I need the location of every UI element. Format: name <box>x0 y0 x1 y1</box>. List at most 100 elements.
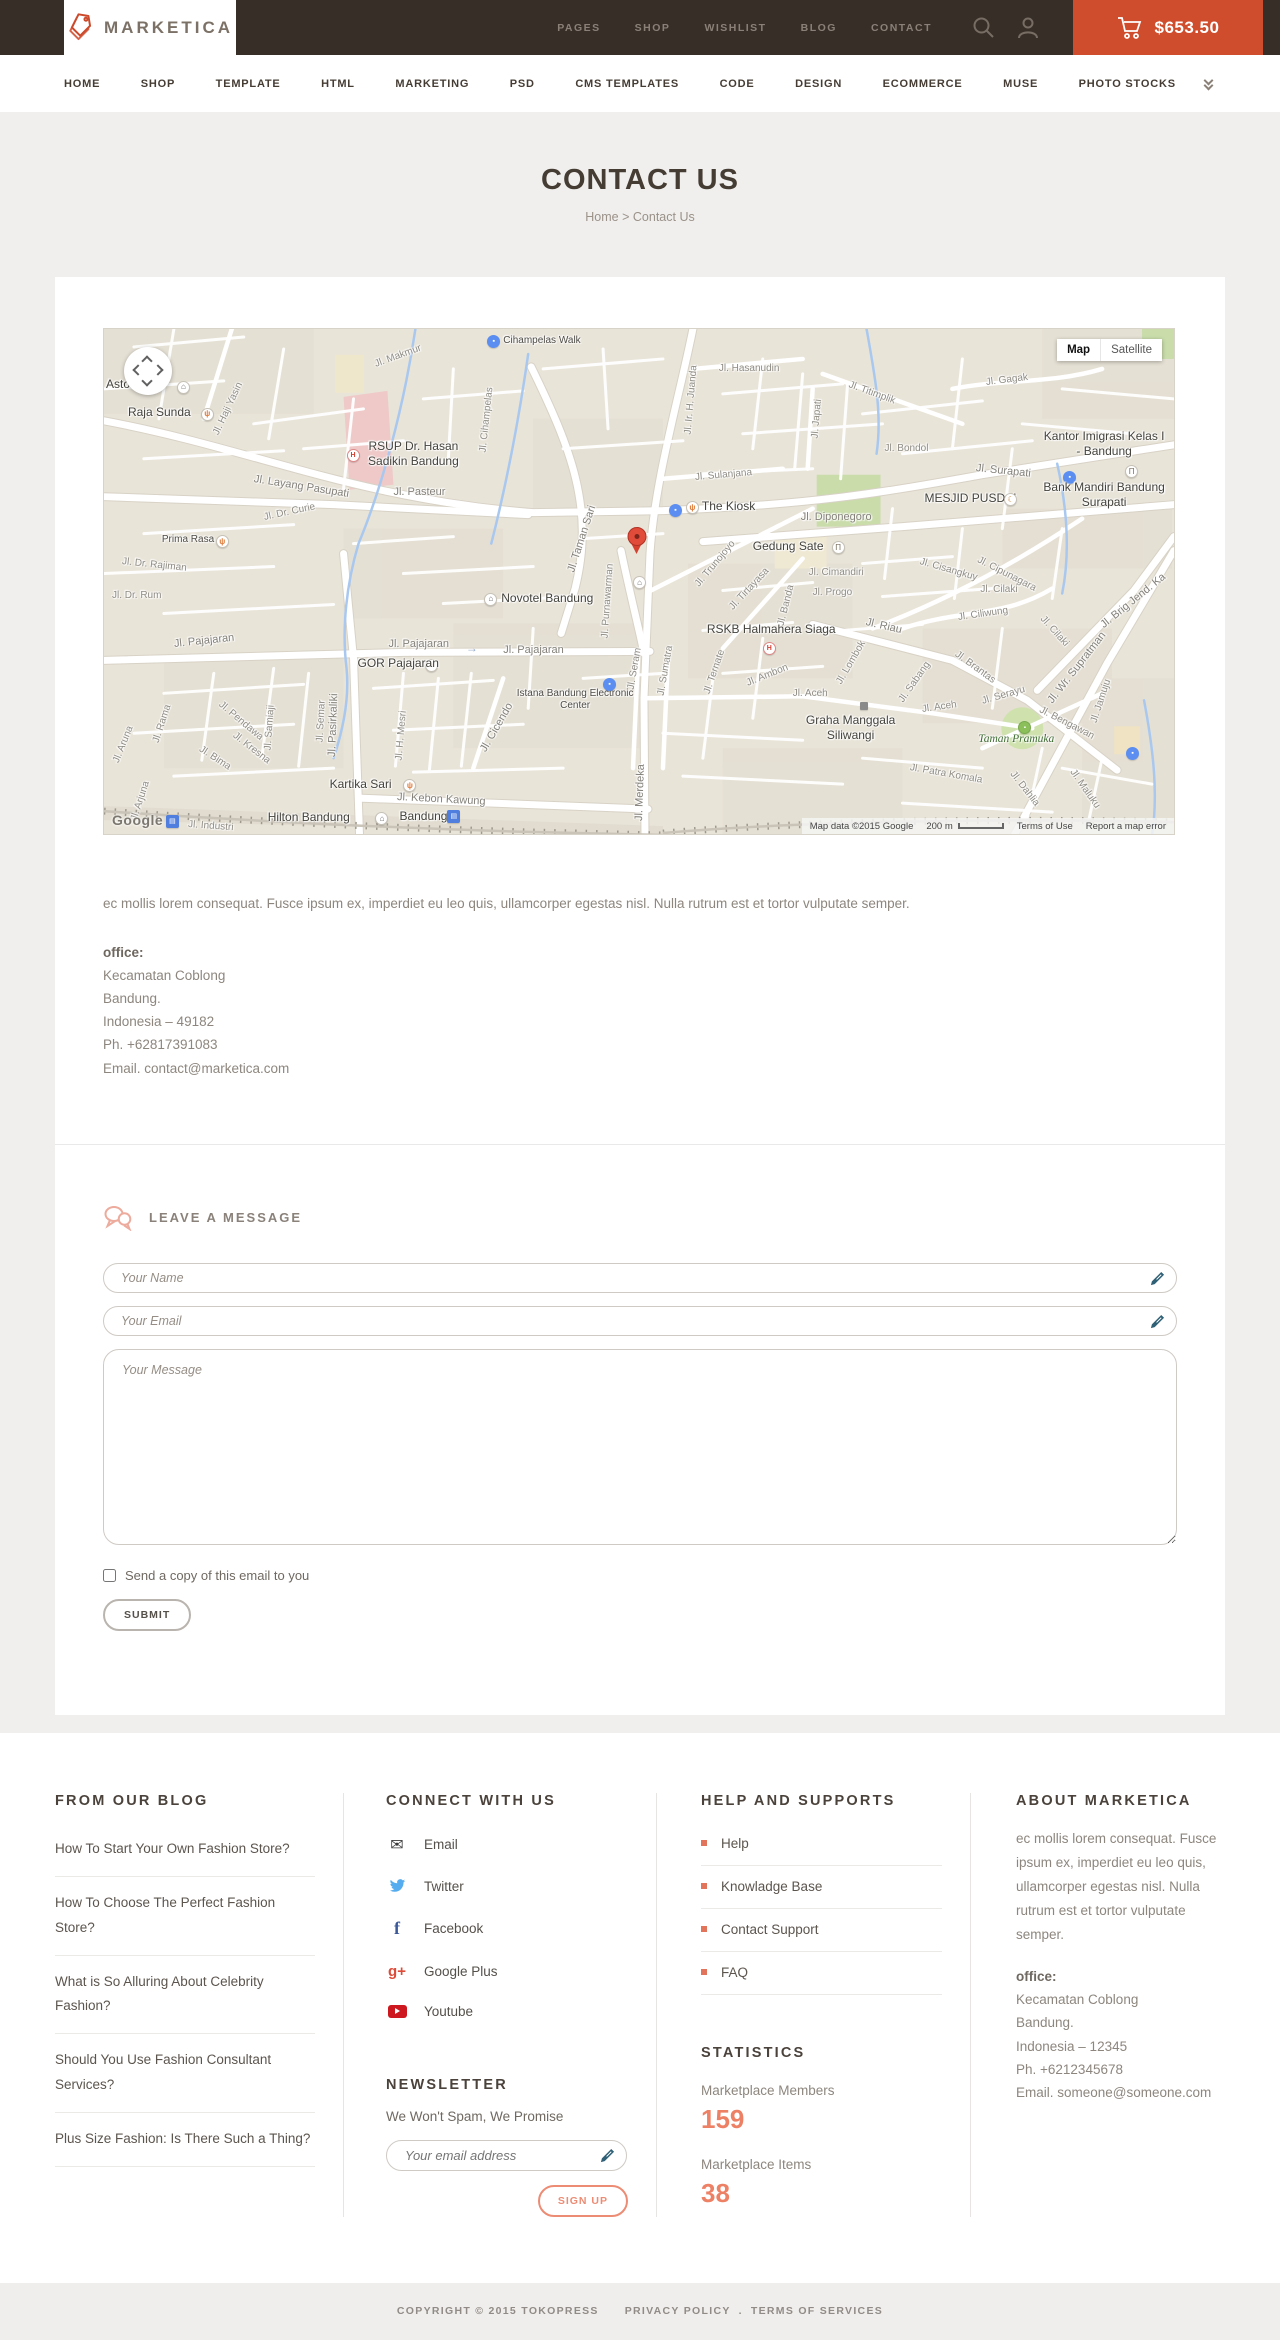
map-label: Jl. Rama <box>150 703 174 745</box>
top-nav-contact[interactable]: CONTACT <box>871 22 932 34</box>
map-label: Jl. Cimandiri <box>808 567 864 579</box>
top-nav-pages[interactable]: PAGES <box>557 22 600 34</box>
pan-left-icon[interactable] <box>132 364 144 376</box>
map-label: Jl. Pajajaran <box>173 631 235 650</box>
submit-button[interactable]: SUBMIT <box>103 1598 192 1631</box>
report-map-error-link[interactable]: Report a map error <box>1086 821 1166 832</box>
map-label: RSKB Halmahera Siaga <box>706 621 836 636</box>
map-label: Jl. Samiaji <box>262 704 277 752</box>
google-logo[interactable]: Google <box>112 812 163 828</box>
main-menu: HOME SHOP TEMPLATE HTML MARKETING PSD CM… <box>0 55 1280 112</box>
blog-post-link[interactable]: How To Choose The Perfect Fashion Store? <box>55 1877 315 1956</box>
message-textarea[interactable] <box>103 1348 1177 1545</box>
facebook-icon: f <box>394 1917 400 1938</box>
content-card: AstonRaja SundaJl. Haji YasinJl. MakmurR… <box>55 277 1225 1715</box>
satellite-view-button[interactable]: Satellite <box>1100 339 1162 361</box>
help-link[interactable]: FAQ <box>701 1952 942 1995</box>
social-link-email[interactable]: ✉ Email <box>386 1823 628 1867</box>
email-input[interactable] <box>103 1305 1177 1336</box>
pan-up-icon[interactable] <box>141 355 153 367</box>
map-label: Jl. Semar <box>314 700 328 744</box>
blog-post-link[interactable]: Should You Use Fashion Consultant Servic… <box>55 2034 315 2113</box>
map-label: Bandung <box>399 809 448 824</box>
breadcrumb-home[interactable]: Home <box>585 210 618 224</box>
pan-down-icon[interactable] <box>141 375 153 387</box>
send-copy-label: Send a copy of this email to you <box>125 1567 310 1583</box>
signup-button[interactable]: SIGN UP <box>537 2184 628 2217</box>
map-label: Jl. Cicendo <box>478 701 516 755</box>
map-label: GOR Pajajaran <box>357 655 439 670</box>
menu-item-home[interactable]: HOME <box>64 78 100 90</box>
map-label: Jl. Pasteur <box>393 486 446 499</box>
terms-of-use-link[interactable]: Terms of Use <box>1017 821 1073 832</box>
send-copy-checkbox[interactable] <box>103 1568 116 1582</box>
top-nav-wishlist[interactable]: WISHLIST <box>704 22 766 34</box>
send-copy-row: Send a copy of this email to you <box>103 1568 1177 1583</box>
google-map[interactable]: AstonRaja SundaJl. Haji YasinJl. MakmurR… <box>103 328 1175 835</box>
map-label: Jl. Taman Sari <box>565 504 599 574</box>
social-link-facebook[interactable]: f Facebook <box>386 1906 628 1951</box>
menu-item-marketing[interactable]: MARKETING <box>395 78 469 90</box>
map-pan-control[interactable] <box>124 347 172 395</box>
menu-item-psd[interactable]: PSD <box>510 78 535 90</box>
privacy-policy-link[interactable]: PRIVACY POLICY <box>625 2305 731 2317</box>
map-view-button[interactable]: Map <box>1057 339 1101 361</box>
name-input[interactable] <box>103 1262 1177 1293</box>
newsletter-email-input[interactable] <box>386 2139 627 2171</box>
pan-right-icon[interactable] <box>152 364 164 376</box>
office-label: office: <box>103 944 144 960</box>
top-nav-shop[interactable]: SHOP <box>635 22 671 34</box>
menu-item-html[interactable]: HTML <box>321 78 355 90</box>
menu-item-muse[interactable]: MUSE <box>1003 78 1038 90</box>
chevron-double-down-icon[interactable] <box>1202 75 1216 91</box>
footer-about-column: ABOUT MARKETICA ec mollis lorem consequa… <box>970 1792 1225 2217</box>
map-label: Istana Bandung Electronic Center <box>516 687 634 712</box>
footer-heading-connect: CONNECT WITH US <box>386 1792 556 1809</box>
museum-map-icon <box>1125 465 1139 479</box>
menu-item-photo-stocks[interactable]: PHOTO STOCKS <box>1079 78 1176 90</box>
map-label: Raja Sunda <box>127 404 191 419</box>
map-label: Jl. Cilaki <box>980 583 1018 595</box>
footer: FROM OUR BLOG How To Start Your Own Fash… <box>0 1732 1280 2283</box>
map-label: Jl. Aruna <box>110 724 136 765</box>
user-icon[interactable] <box>1017 16 1039 40</box>
menu-item-code[interactable]: CODE <box>720 78 755 90</box>
map-label: Jl. Pajajaran <box>388 637 449 650</box>
bullet-icon <box>701 1840 707 1847</box>
blog-post-link[interactable]: How To Start Your Own Fashion Store? <box>55 1823 315 1878</box>
social-link-youtube[interactable]: Youtube <box>386 1992 628 2031</box>
top-nav-blog[interactable]: BLOG <box>801 22 837 34</box>
map-label: Jl. Cisangkuy <box>918 556 980 584</box>
social-link-google-plus[interactable]: g+ Google Plus <box>386 1951 628 1992</box>
menu-item-template[interactable]: TEMPLATE <box>216 78 281 90</box>
menu-item-design[interactable]: DESIGN <box>795 78 842 90</box>
terms-of-services-link[interactable]: TERMS OF SERVICES <box>751 2305 883 2317</box>
address-line: Bandung. <box>1016 2015 1074 2031</box>
logo[interactable]: MARKETICA <box>64 0 236 55</box>
map-label: Jl. Aceh <box>921 698 958 715</box>
footer-heading-blog: FROM OUR BLOG <box>55 1792 209 1809</box>
search-icon[interactable] <box>972 16 995 39</box>
help-link[interactable]: Help <box>701 1823 942 1866</box>
stat-label: Marketplace Items <box>701 2156 812 2172</box>
help-link[interactable]: Contact Support <box>701 1909 942 1952</box>
location-marker-pin[interactable] <box>627 527 647 555</box>
map-label: Jl. Ternate <box>701 647 728 695</box>
tag-icon <box>69 13 92 41</box>
footer-heading-newsletter: NEWSLETTER <box>386 2076 508 2093</box>
form-heading: LEAVE A MESSAGE <box>149 1210 303 1226</box>
restaurant-map-icon <box>200 407 214 421</box>
map-label: Jl. Banda <box>775 583 797 627</box>
map-label: Graha Manggala Siliwangi <box>805 713 896 743</box>
menu-item-cms-templates[interactable]: CMS TEMPLATES <box>575 78 679 90</box>
blog-post-link[interactable]: What is So Alluring About Celebrity Fash… <box>55 1956 315 2035</box>
cart-button[interactable]: $653.50 <box>1073 0 1263 55</box>
menu-item-ecommerce[interactable]: ECOMMERCE <box>883 78 963 90</box>
help-link[interactable]: Knowladge Base <box>701 1866 942 1909</box>
about-office-block: office: Kecamatan Coblong Bandung. Indon… <box>1016 1965 1225 2104</box>
social-link-twitter[interactable]: Twitter <box>386 1867 628 1906</box>
page-title: CONTACT US <box>541 164 739 196</box>
map-label: Jl. Tirtayasa <box>726 565 772 613</box>
menu-item-shop[interactable]: SHOP <box>141 78 175 90</box>
blog-post-link[interactable]: Plus Size Fashion: Is There Such a Thing… <box>55 2113 315 2168</box>
